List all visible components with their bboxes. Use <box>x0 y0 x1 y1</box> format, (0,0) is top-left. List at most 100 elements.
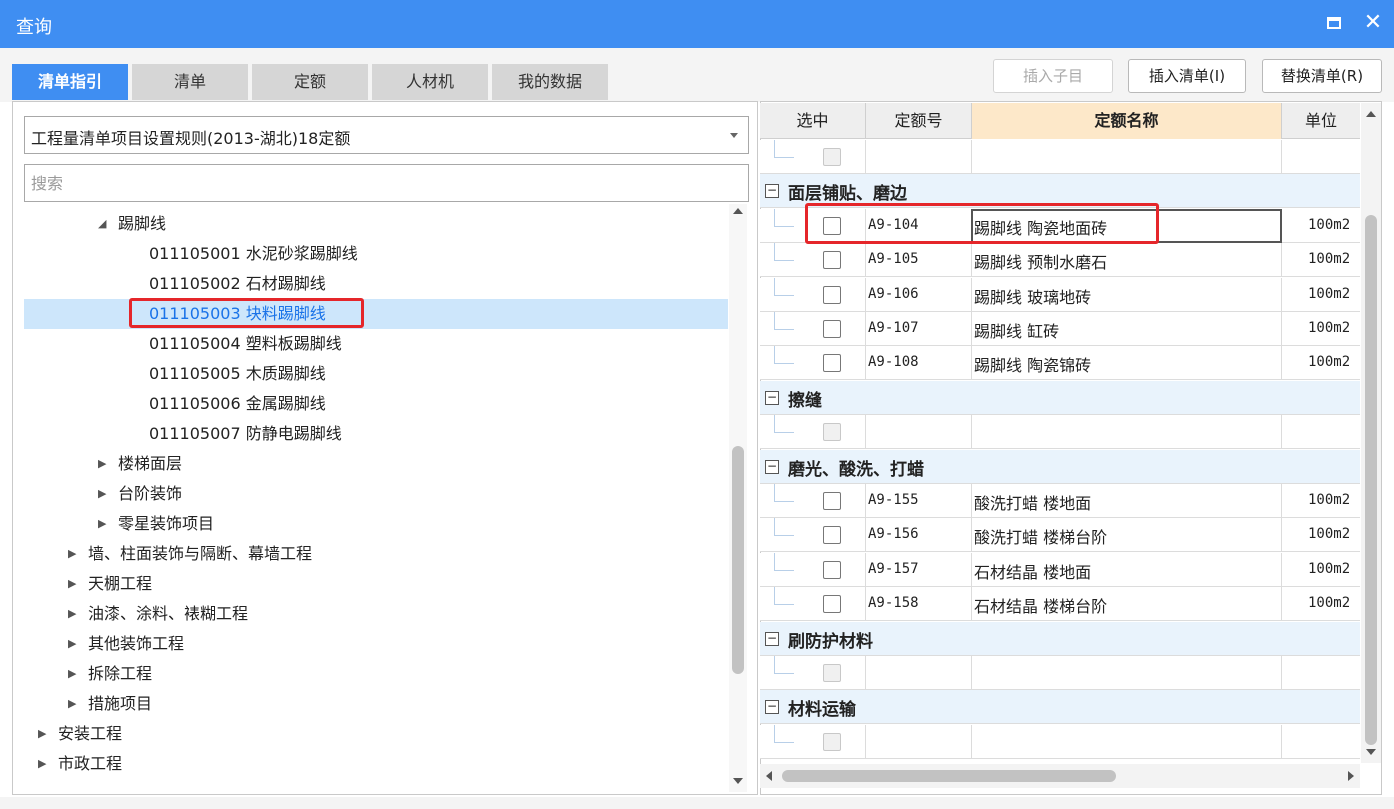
tree-item[interactable]: ◢ 踢脚线 <box>24 209 728 239</box>
select-checkbox[interactable] <box>823 561 841 579</box>
tree-item[interactable]: 011105004 塑料板踢脚线 <box>24 329 728 359</box>
table-row[interactable]: A9-156 酸洗打蜡 楼梯台阶 100m2 <box>760 518 1360 552</box>
expand-arrow-icon[interactable]: ▶ <box>98 479 106 509</box>
expand-arrow-icon[interactable]: ▶ <box>68 659 76 689</box>
highlight-quota-row <box>805 203 1159 244</box>
tree-item[interactable]: ▶ 天棚工程 <box>24 569 728 599</box>
expand-arrow-icon[interactable]: ▶ <box>68 689 76 719</box>
expand-arrow-icon[interactable]: ▶ <box>38 749 46 779</box>
scroll-left-icon[interactable] <box>766 771 772 781</box>
collapse-icon[interactable]: − <box>765 184 779 198</box>
grid-group-row[interactable]: − 材料运输 <box>760 690 1360 724</box>
tree-item[interactable]: ▶ 墙、柱面装饰与隔断、幕墙工程 <box>24 539 728 569</box>
table-row[interactable] <box>760 656 1360 690</box>
tree-connector <box>774 484 794 502</box>
table-row[interactable] <box>760 725 1360 759</box>
select-checkbox[interactable] <box>823 526 841 544</box>
replace-list-button[interactable]: 替换清单(R) <box>1262 59 1382 93</box>
tree-connector <box>774 587 794 605</box>
maximize-icon[interactable] <box>1327 17 1341 29</box>
scroll-thumb[interactable] <box>732 446 744 674</box>
grid-cell <box>866 415 972 449</box>
tree-item[interactable]: ▶ 台阶装饰 <box>24 479 728 509</box>
select-checkbox[interactable] <box>823 595 841 613</box>
tree-item[interactable]: ▶ 措施项目 <box>24 689 728 719</box>
insert-list-button[interactable]: 插入清单(I) <box>1128 59 1246 93</box>
collapse-arrow-icon[interactable]: ◢ <box>98 209 106 239</box>
tree-item[interactable]: 011105007 防静电踢脚线 <box>24 419 728 449</box>
select-checkbox[interactable] <box>823 492 841 510</box>
table-row[interactable]: A9-107 踢脚线 缸砖 100m2 <box>760 312 1360 346</box>
scroll-thumb[interactable] <box>782 770 1116 782</box>
grid-group-row[interactable]: − 擦缝 <box>760 381 1360 415</box>
header-select[interactable]: 选中 <box>760 103 866 139</box>
select-checkbox[interactable] <box>823 320 841 338</box>
tree-item[interactable]: ▶ 油漆、涂料、裱糊工程 <box>24 599 728 629</box>
scroll-up-icon[interactable] <box>733 208 743 214</box>
tree-item[interactable]: ▶ 零星装饰项目 <box>24 509 728 539</box>
table-row[interactable]: A9-106 踢脚线 玻璃地砖 100m2 <box>760 278 1360 312</box>
tree-item[interactable]: 011105005 木质踢脚线 <box>24 359 728 389</box>
tree-item[interactable]: ▶ 楼梯面层 <box>24 449 728 479</box>
tree-item[interactable]: ▶ 市政工程 <box>24 749 728 779</box>
tab-labor-material-machine[interactable]: 人材机 <box>372 64 488 100</box>
scroll-thumb[interactable] <box>1365 215 1377 745</box>
expand-arrow-icon[interactable]: ▶ <box>38 719 46 749</box>
quota-unit: 100m2 <box>1308 354 1351 370</box>
expand-arrow-icon[interactable]: ▶ <box>68 629 76 659</box>
grid-horizontal-scrollbar[interactable] <box>760 764 1360 788</box>
table-row[interactable]: A9-108 踢脚线 陶瓷锦砖 100m2 <box>760 346 1360 380</box>
grid-vertical-scrollbar[interactable] <box>1361 103 1381 763</box>
tree-scrollbar[interactable] <box>729 204 747 792</box>
tab-my-data[interactable]: 我的数据 <box>492 64 608 100</box>
select-checkbox <box>823 664 841 682</box>
grid-group-row[interactable]: − 磨光、酸洗、打蜡 <box>760 450 1360 484</box>
table-row[interactable]: A9-157 石材结晶 楼地面 100m2 <box>760 553 1360 587</box>
expand-arrow-icon[interactable]: ▶ <box>98 449 106 479</box>
tree-item[interactable]: ▶ 安装工程 <box>24 719 728 749</box>
scroll-down-icon[interactable] <box>1366 749 1376 755</box>
table-row[interactable]: A9-155 酸洗打蜡 楼地面 100m2 <box>760 484 1360 518</box>
select-checkbox[interactable] <box>823 251 841 269</box>
scroll-right-icon[interactable] <box>1348 771 1354 781</box>
scroll-down-icon[interactable] <box>733 778 743 784</box>
table-row[interactable] <box>760 415 1360 449</box>
expand-arrow-icon[interactable]: ▶ <box>68 569 76 599</box>
collapse-icon[interactable]: − <box>765 460 779 474</box>
table-row[interactable]: A9-158 石材结晶 楼梯台阶 100m2 <box>760 587 1360 621</box>
collapse-icon[interactable]: − <box>765 700 779 714</box>
select-checkbox <box>823 423 841 441</box>
header-name[interactable]: 定额名称 <box>972 103 1282 139</box>
select-checkbox[interactable] <box>823 286 841 304</box>
select-checkbox[interactable] <box>823 354 841 372</box>
header-code[interactable]: 定额号 <box>866 103 972 139</box>
tab-quota[interactable]: 定额 <box>252 64 368 100</box>
tree-connector <box>774 346 794 364</box>
scroll-up-icon[interactable] <box>1366 111 1376 117</box>
tree-item[interactable]: 011105006 金属踢脚线 <box>24 389 728 419</box>
close-icon[interactable]: ✕ <box>1360 8 1386 38</box>
header-unit[interactable]: 单位 <box>1282 103 1360 139</box>
tree-item-label: 天棚工程 <box>88 574 153 593</box>
tree-connector <box>774 656 794 674</box>
tree-item-label: 措施项目 <box>88 694 153 713</box>
tree-item[interactable]: ▶ 拆除工程 <box>24 659 728 689</box>
expand-arrow-icon[interactable]: ▶ <box>98 509 106 539</box>
expand-arrow-icon[interactable]: ▶ <box>68 539 76 569</box>
table-row[interactable] <box>760 140 1360 174</box>
rule-select[interactable]: 工程量清单项目设置规则(2013-湖北)18定额 <box>24 116 749 154</box>
tab-list[interactable]: 清单 <box>132 64 248 100</box>
tree-item[interactable]: 011105002 石材踢脚线 <box>24 269 728 299</box>
collapse-icon[interactable]: − <box>765 632 779 646</box>
collapse-icon[interactable]: − <box>765 391 779 405</box>
table-row[interactable]: A9-105 踢脚线 预制水磨石 100m2 <box>760 243 1360 277</box>
status-bar <box>0 797 1394 809</box>
grid-group-row[interactable]: − 刷防护材料 <box>760 622 1360 656</box>
tree-item[interactable]: 011105001 水泥砂浆踢脚线 <box>24 239 728 269</box>
insert-child-button[interactable]: 插入子目 <box>993 59 1113 93</box>
tab-list-guide[interactable]: 清单指引 <box>12 64 128 100</box>
tree-connector <box>774 140 794 158</box>
expand-arrow-icon[interactable]: ▶ <box>68 599 76 629</box>
tree-item[interactable]: ▶ 其他装饰工程 <box>24 629 728 659</box>
search-input[interactable] <box>24 164 749 202</box>
